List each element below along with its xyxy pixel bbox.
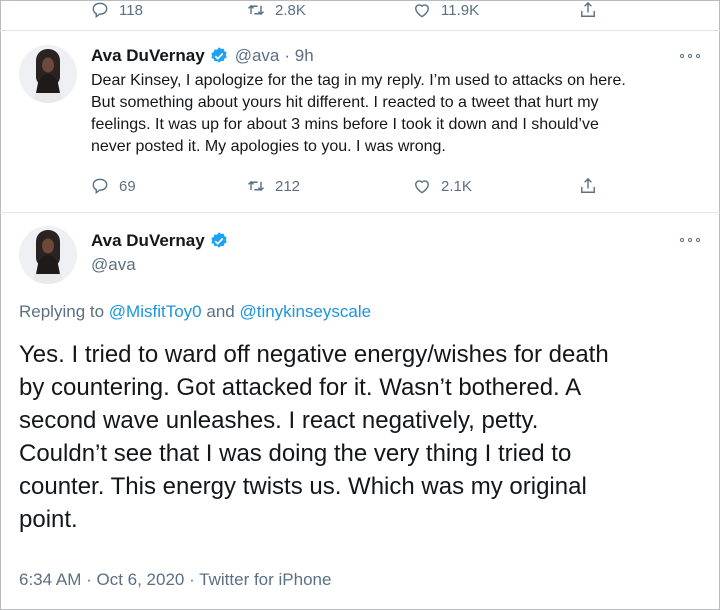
replying-to-line: Replying to @MisfitToy0 and @tinykinseys… xyxy=(19,302,371,322)
replying-to-label: Replying to xyxy=(19,302,105,321)
mention-link[interactable]: @MisfitToy0 xyxy=(109,302,202,321)
reply-tweet-text: Dear Kinsey, I apologize for the tag in … xyxy=(91,72,626,155)
prev-tweet-action-bar: 118 2.8K 11.9K xyxy=(0,0,720,26)
share-action[interactable] xyxy=(578,176,598,196)
reply-tweet-action-bar: 69 212 2.1K xyxy=(0,176,720,198)
retweet-icon xyxy=(247,180,265,192)
share-icon xyxy=(581,177,595,193)
like-action[interactable]: 2.1K xyxy=(412,176,472,196)
author-name[interactable]: Ava DuVernay xyxy=(91,46,205,66)
more-options-icon[interactable] xyxy=(680,53,700,59)
reply-action[interactable]: 118 xyxy=(90,0,143,20)
reply-tweet[interactable]: Ava DuVernay @ava · 9h Dear Kinsey, I ap… xyxy=(0,31,720,211)
avatar-image xyxy=(19,226,77,284)
verified-badge-icon xyxy=(211,232,227,248)
verified-badge-icon xyxy=(211,47,227,63)
reply-icon xyxy=(92,2,108,19)
share-action[interactable] xyxy=(578,0,598,20)
reply-icon xyxy=(92,178,108,195)
avatar[interactable] xyxy=(19,45,77,103)
like-count: 2.1K xyxy=(441,177,472,195)
reply-count: 69 xyxy=(119,177,136,195)
main-author-row: Ava DuVernay xyxy=(91,231,229,251)
author-name[interactable]: Ava DuVernay xyxy=(91,231,205,251)
avatar[interactable] xyxy=(19,226,77,284)
like-action[interactable]: 11.9K xyxy=(412,0,479,20)
author-handle[interactable]: @ava xyxy=(91,255,136,275)
main-handle-row: @ava xyxy=(91,255,136,275)
main-tweet: Ava DuVernay @ava Replying to @MisfitToy… xyxy=(0,213,720,610)
and-label: and xyxy=(206,302,235,321)
reply-count: 118 xyxy=(119,1,143,19)
like-icon xyxy=(415,4,429,18)
retweet-action[interactable]: 212 xyxy=(246,176,300,196)
retweet-icon xyxy=(247,4,265,16)
reply-action[interactable]: 69 xyxy=(90,176,136,196)
share-icon xyxy=(581,1,595,17)
more-options-icon[interactable] xyxy=(680,237,700,243)
main-tweet-text: Yes. I tried to ward off negative energy… xyxy=(19,341,609,533)
mention-link[interactable]: @tinykinseyscale xyxy=(239,302,371,321)
like-count: 11.9K xyxy=(441,1,480,19)
retweet-count: 2.8K xyxy=(275,1,306,19)
tweet-time[interactable]: · 9h xyxy=(284,46,313,66)
avatar-image xyxy=(19,45,77,103)
like-icon xyxy=(415,180,429,194)
tweet-timestamp[interactable]: 6:34 AM · Oct 6, 2020 · Twitter for iPho… xyxy=(19,570,331,590)
author-handle[interactable]: @ava xyxy=(235,46,280,66)
reply-author-row: Ava DuVernay @ava · 9h xyxy=(91,46,314,66)
retweet-action[interactable]: 2.8K xyxy=(246,0,306,20)
retweet-count: 212 xyxy=(275,177,301,195)
